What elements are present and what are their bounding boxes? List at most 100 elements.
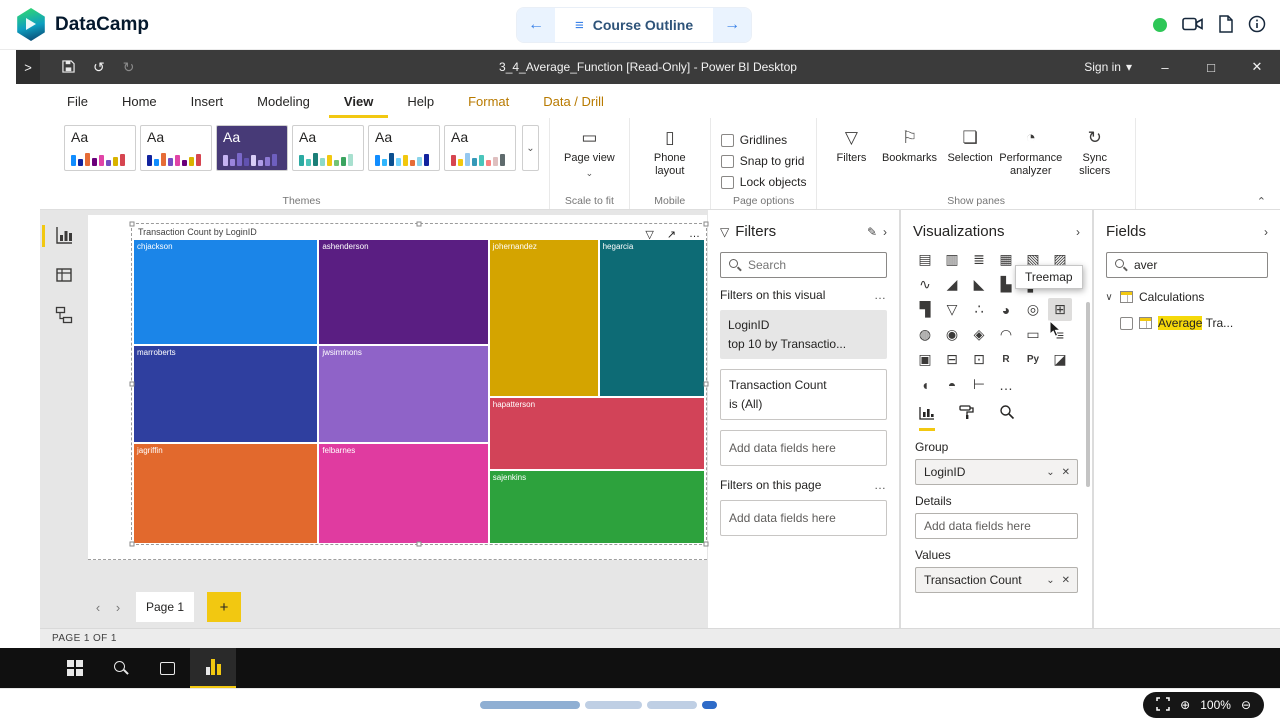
treemap-tile[interactable]: johernandez [488,239,599,397]
fullscreen-icon[interactable] [1156,696,1170,714]
filters-search-input[interactable] [748,258,878,272]
remove-field-icon[interactable]: ✕ [1062,467,1070,478]
treemap-tile[interactable]: chjackson [133,239,319,346]
more-visuals-icon[interactable]: … [994,373,1018,396]
scatter-chart-icon[interactable]: ∴ [967,298,991,321]
selection-handle[interactable] [703,221,709,227]
line-chart-icon[interactable]: ∿ [913,273,937,296]
theme-thumbnail[interactable]: Aa [64,125,136,171]
treemap-tile[interactable]: felbarnes [318,442,489,544]
page-view-button[interactable]: ▭ Page view ⌄ [560,125,619,180]
slicer-icon[interactable]: ▣ [913,348,937,371]
theme-thumbnail[interactable]: Aa [140,125,212,171]
edit-filters-icon[interactable]: ✎ [867,225,877,239]
waterfall-chart-icon[interactable]: ▜ [913,298,937,321]
menu-tab-view[interactable]: View [328,85,389,118]
field-checkbox[interactable] [1120,316,1133,330]
fields-tab[interactable] [919,406,935,431]
table-icon[interactable]: ⊟ [940,348,964,371]
collapse-fields-pane-icon[interactable]: › [1264,225,1268,239]
treemap-tile[interactable]: ashenderson [318,239,489,346]
task-view-button[interactable] [144,648,190,688]
next-page-icon[interactable]: › [108,600,128,615]
sync-slicers-button[interactable]: ↻ Sync slicers [1065,125,1125,179]
treemap-tile[interactable]: hapatterson [488,396,705,470]
close-button[interactable]: ✕ [1234,50,1280,84]
more-options-icon[interactable]: … [689,228,700,241]
r-script-visual-icon[interactable]: R [994,348,1018,371]
well-dropzone[interactable]: Add data fields here [915,513,1078,539]
funnel-chart-icon[interactable]: ▽ [940,298,964,321]
zoom-in-icon[interactable]: ⊕ [1180,698,1190,712]
filled-map-icon[interactable]: ◉ [940,323,964,346]
decomposition-tree-icon[interactable]: ⊢ [967,373,991,396]
new-page-button[interactable]: + [207,592,241,622]
bookmarks-button[interactable]: ⚐ Bookmarks [879,125,939,179]
theme-thumbnail[interactable]: Aa [216,125,288,171]
visual-filters-icon[interactable]: ▽ [645,228,653,241]
themes-dropdown-button[interactable]: ⌄ [522,125,539,171]
treemap-tile[interactable]: hegarcia [598,239,705,397]
field-pill-loginid[interactable]: LoginID ⌄ ✕ [915,459,1078,485]
area-chart-icon[interactable]: ◢ [940,273,964,296]
field-pill-transaction-count[interactable]: Transaction Count ⌄ ✕ [915,567,1078,593]
selection-handle[interactable] [416,541,422,547]
menu-tab-help[interactable]: Help [392,85,449,118]
expand-sidebar-button[interactable]: > [16,50,40,84]
chevron-down-icon[interactable]: ⌄ [1046,467,1054,478]
donut-chart-icon[interactable]: ◎ [1021,298,1045,321]
key-influencers-icon[interactable]: ◓ [940,373,964,396]
theme-thumbnail[interactable]: Aa [368,125,440,171]
start-button[interactable] [52,648,98,688]
selection-button[interactable]: ❏ Selection [943,125,996,179]
focus-mode-icon[interactable]: ↗ [667,228,676,241]
progress-segment[interactable] [647,701,697,709]
map-icon[interactable]: ◍ [913,323,937,346]
back-button[interactable]: ← [517,8,555,42]
fields-search-input[interactable] [1134,258,1259,272]
filter-card-transaction-count[interactable]: Transaction Count is (All) [720,369,887,421]
redo-button[interactable]: ↻ [123,60,135,74]
collapse-ribbon-button[interactable]: ⌃ [1257,195,1266,208]
clustered-bar-chart-icon[interactable]: ≣ [967,248,991,271]
filters-button[interactable]: ▽ Filters [827,125,875,179]
shape-map-icon[interactable]: ◈ [967,323,991,346]
theme-thumbnail[interactable]: Aa [292,125,364,171]
stacked-column-chart-icon[interactable]: ▥ [940,248,964,271]
chevron-down-icon[interactable]: ⌄ [1046,575,1054,586]
stacked-area-chart-icon[interactable]: ◣ [967,273,991,296]
python-visual-icon[interactable]: Py [1021,348,1045,371]
remove-field-icon[interactable]: ✕ [1062,575,1070,586]
undo-button[interactable]: ↺ [93,60,105,74]
matrix-icon[interactable]: ⊡ [967,348,991,371]
menu-tab-format[interactable]: Format [453,85,524,118]
format-tab[interactable] [959,404,975,431]
report-view-button[interactable] [40,216,88,256]
phone-layout-button[interactable]: ▯ Phone layout [640,125,700,179]
kpi-icon[interactable]: ◪ [1048,348,1072,371]
treemap-tile[interactable]: marroberts [133,345,319,443]
gauge-icon[interactable]: ◠ [994,323,1018,346]
treemap-tile[interactable]: jagriffin [133,442,319,544]
selection-handle[interactable] [703,541,709,547]
more-options-icon[interactable]: … [874,478,887,492]
theme-thumbnail[interactable]: Aa [444,125,516,171]
taskbar-search-button[interactable] [98,648,144,688]
calculations-table-row[interactable]: ∨ Calculations [1104,290,1270,304]
collapse-filters-pane-icon[interactable]: › [883,225,887,239]
forward-button[interactable]: → [713,8,752,42]
powerbi-taskbar-button[interactable] [190,648,236,688]
page-tab[interactable]: Page 1 [136,592,194,622]
performance-analyzer-button[interactable]: ◔ Performance analyzer [999,125,1062,179]
card-icon[interactable]: ▭ [1021,323,1045,346]
info-icon[interactable] [1248,15,1266,36]
stacked-bar-chart-icon[interactable]: ▤ [913,248,937,271]
treemap-visual[interactable]: Transaction Count by LoginID chjackson as… [129,221,709,547]
checkbox-snap-to-grid[interactable]: Snap to grid [720,154,807,168]
scrollbar[interactable] [1086,302,1090,487]
selection-handle[interactable] [129,541,135,547]
selection-handle[interactable] [703,381,709,387]
filter-dropzone[interactable]: Add data fields here [720,430,887,467]
menu-tab-home[interactable]: Home [107,85,172,118]
menu-tab-modeling[interactable]: Modeling [242,85,325,118]
